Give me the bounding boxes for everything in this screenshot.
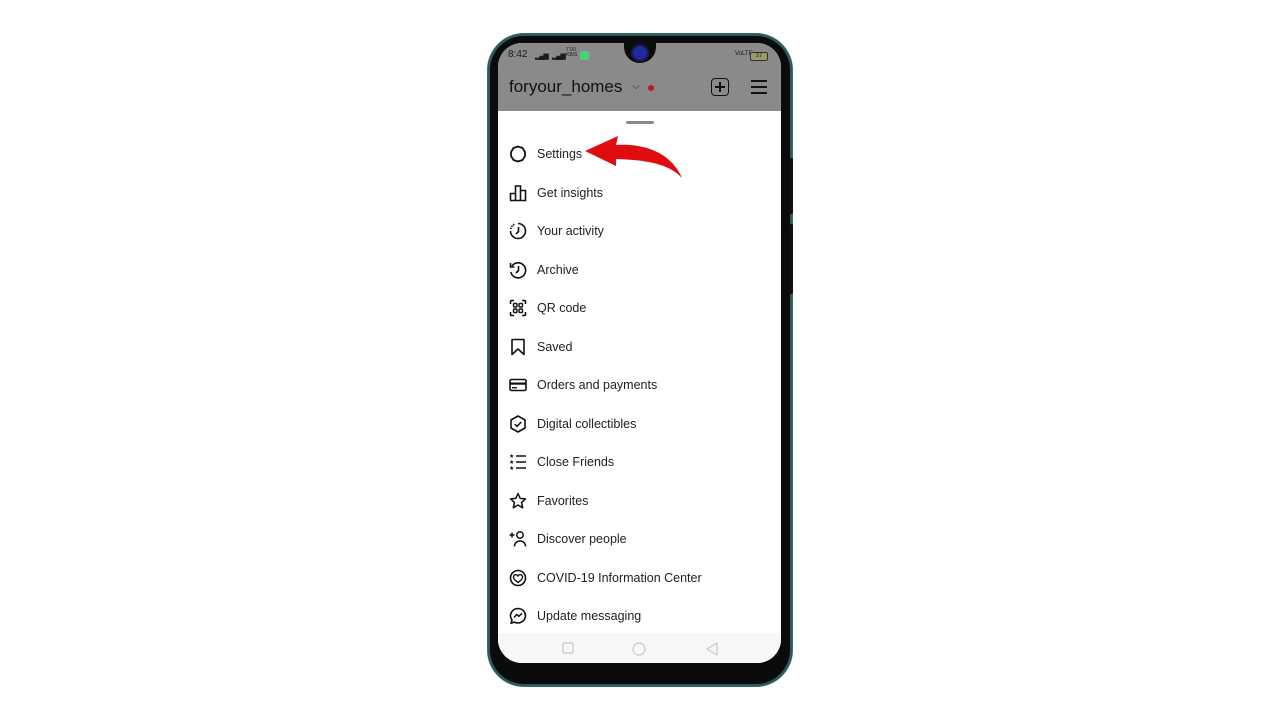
account-username[interactable]: foryour_homes <box>509 77 622 97</box>
messenger-icon <box>508 606 528 626</box>
power-button <box>790 224 793 294</box>
menu-item-qr-code[interactable]: QR code <box>498 289 781 327</box>
menu-item-update-messaging[interactable]: Update messaging <box>498 597 781 635</box>
menu-item-label: Favorites <box>537 493 589 508</box>
circle-home-icon[interactable] <box>632 642 646 656</box>
menu-item-label: Orders and payments <box>537 378 658 392</box>
menu-item-digital-collectibles[interactable]: Digital collectibles <box>498 405 781 443</box>
square-recents-icon[interactable] <box>562 642 574 654</box>
menu-item-close-friends[interactable]: ★ ★ ★ Close Friends <box>498 443 781 481</box>
menu-item-label: Your activity <box>537 224 604 238</box>
settings-gear-icon <box>508 144 528 164</box>
chevron-down-icon[interactable]: ⌵ <box>632 81 640 92</box>
bookmark-icon <box>508 337 528 357</box>
svg-text:★: ★ <box>509 465 514 471</box>
menu-item-label: Close Friends <box>537 455 615 469</box>
bottom-sheet-menu: Settings Get insights Your activity Arch… <box>498 111 781 663</box>
triangle-back-icon[interactable] <box>706 642 718 656</box>
menu-item-label: Saved <box>537 339 573 354</box>
front-camera <box>633 46 647 60</box>
signal-icon: ▂▄▆ <box>535 53 549 60</box>
bar-chart-icon <box>508 183 528 203</box>
hamburger-menu-button[interactable] <box>751 80 767 94</box>
volte-indicator: VoLTE <box>735 51 753 57</box>
add-person-icon <box>508 529 528 549</box>
svg-text:★: ★ <box>509 453 514 460</box>
activity-clock-icon <box>508 221 528 241</box>
svg-text:★: ★ <box>509 459 514 466</box>
menu-item-label: Get insights <box>537 185 604 200</box>
menu-item-label: Archive <box>537 262 579 277</box>
menu-item-favorites[interactable]: Favorites <box>498 482 781 520</box>
system-nav-bar <box>498 633 781 663</box>
menu-item-archive[interactable]: Archive <box>498 251 781 289</box>
menu-line <box>751 80 767 82</box>
menu-item-orders-and-payments[interactable]: Orders and payments <box>498 366 781 404</box>
menu-item-label: Settings <box>537 147 583 161</box>
battery-icon: 37 <box>750 52 768 61</box>
profile-header: foryour_homes ⌵ <box>498 77 781 109</box>
qr-code-icon <box>508 298 528 318</box>
menu-item-discover-people[interactable]: Discover people <box>498 520 781 558</box>
menu-item-label: Discover people <box>537 532 627 546</box>
notification-dot <box>648 85 654 91</box>
menu-item-label: COVID-19 Information Center <box>537 570 702 585</box>
hexagon-check-icon <box>508 414 528 434</box>
menu-line <box>751 86 767 88</box>
status-time: 8:42 <box>508 49 528 60</box>
notification-app-icon <box>580 51 589 60</box>
menu-item-label: Digital collectibles <box>537 416 637 431</box>
red-arrow-annotation <box>585 136 682 178</box>
star-icon <box>508 491 528 511</box>
menu-item-covid-19-information-center[interactable]: COVID-19 Information Center <box>498 559 781 597</box>
menu-item-your-activity[interactable]: Your activity <box>498 212 781 250</box>
menu-item-saved[interactable]: Saved <box>498 328 781 366</box>
volume-button <box>790 158 793 214</box>
sheet-drag-handle[interactable] <box>626 121 654 124</box>
signal-icon-2: ▂▄▆ <box>552 53 566 60</box>
star-list-icon: ★ ★ ★ <box>508 452 528 472</box>
phone-frame: 8:42 ▂▄▆ ▂▄▆ 7.00 KB/S VoLTE 37 foryour_… <box>488 34 793 686</box>
archive-history-icon <box>508 260 528 280</box>
new-post-button[interactable] <box>711 78 729 96</box>
menu-item-label: Update messaging <box>537 609 642 623</box>
credit-card-icon <box>508 375 528 395</box>
heart-circle-icon <box>508 568 528 588</box>
menu-item-label: QR code <box>537 301 587 315</box>
menu-line <box>751 92 767 94</box>
net-speed: 7.00 KB/S <box>566 47 578 58</box>
